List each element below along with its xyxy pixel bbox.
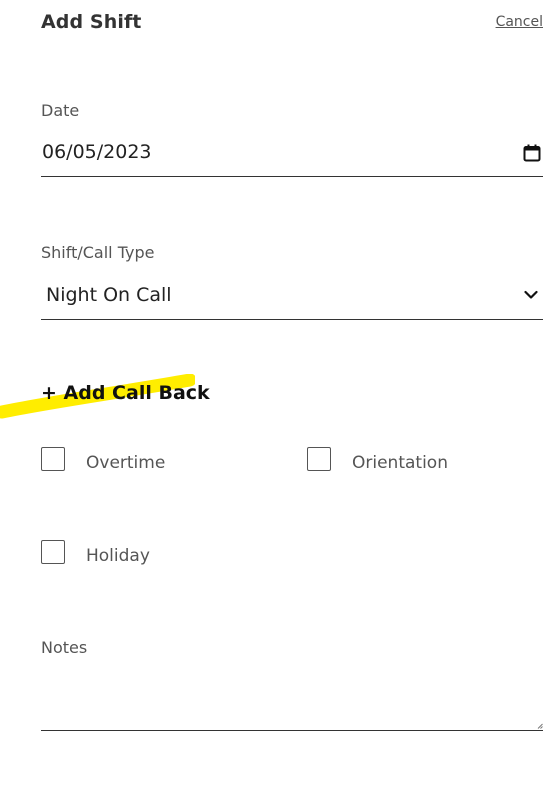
- shift-type-label: Shift/Call Type: [41, 243, 155, 262]
- orientation-checkbox[interactable]: [307, 447, 331, 471]
- overtime-label: Overtime: [86, 453, 166, 473]
- holiday-checkbox[interactable]: [41, 540, 65, 564]
- add-call-back-button[interactable]: + Add Call Back: [41, 382, 210, 404]
- date-input[interactable]: 06/05/2023: [41, 138, 543, 177]
- shift-type-value: Night On Call: [46, 284, 172, 306]
- calendar-icon[interactable]: [523, 144, 541, 162]
- date-label: Date: [41, 101, 80, 120]
- date-value: 06/05/2023: [42, 141, 152, 163]
- page-title: Add Shift: [41, 11, 142, 33]
- orientation-label: Orientation: [352, 453, 448, 473]
- cancel-link[interactable]: Cancel: [496, 14, 543, 30]
- holiday-label: Holiday: [86, 546, 150, 566]
- resize-grip-icon[interactable]: [537, 723, 543, 729]
- shift-type-select[interactable]: Night On Call: [41, 280, 543, 320]
- notes-textarea[interactable]: [41, 672, 543, 731]
- notes-label: Notes: [41, 638, 88, 657]
- overtime-checkbox[interactable]: [41, 447, 65, 471]
- chevron-down-icon: [524, 290, 538, 299]
